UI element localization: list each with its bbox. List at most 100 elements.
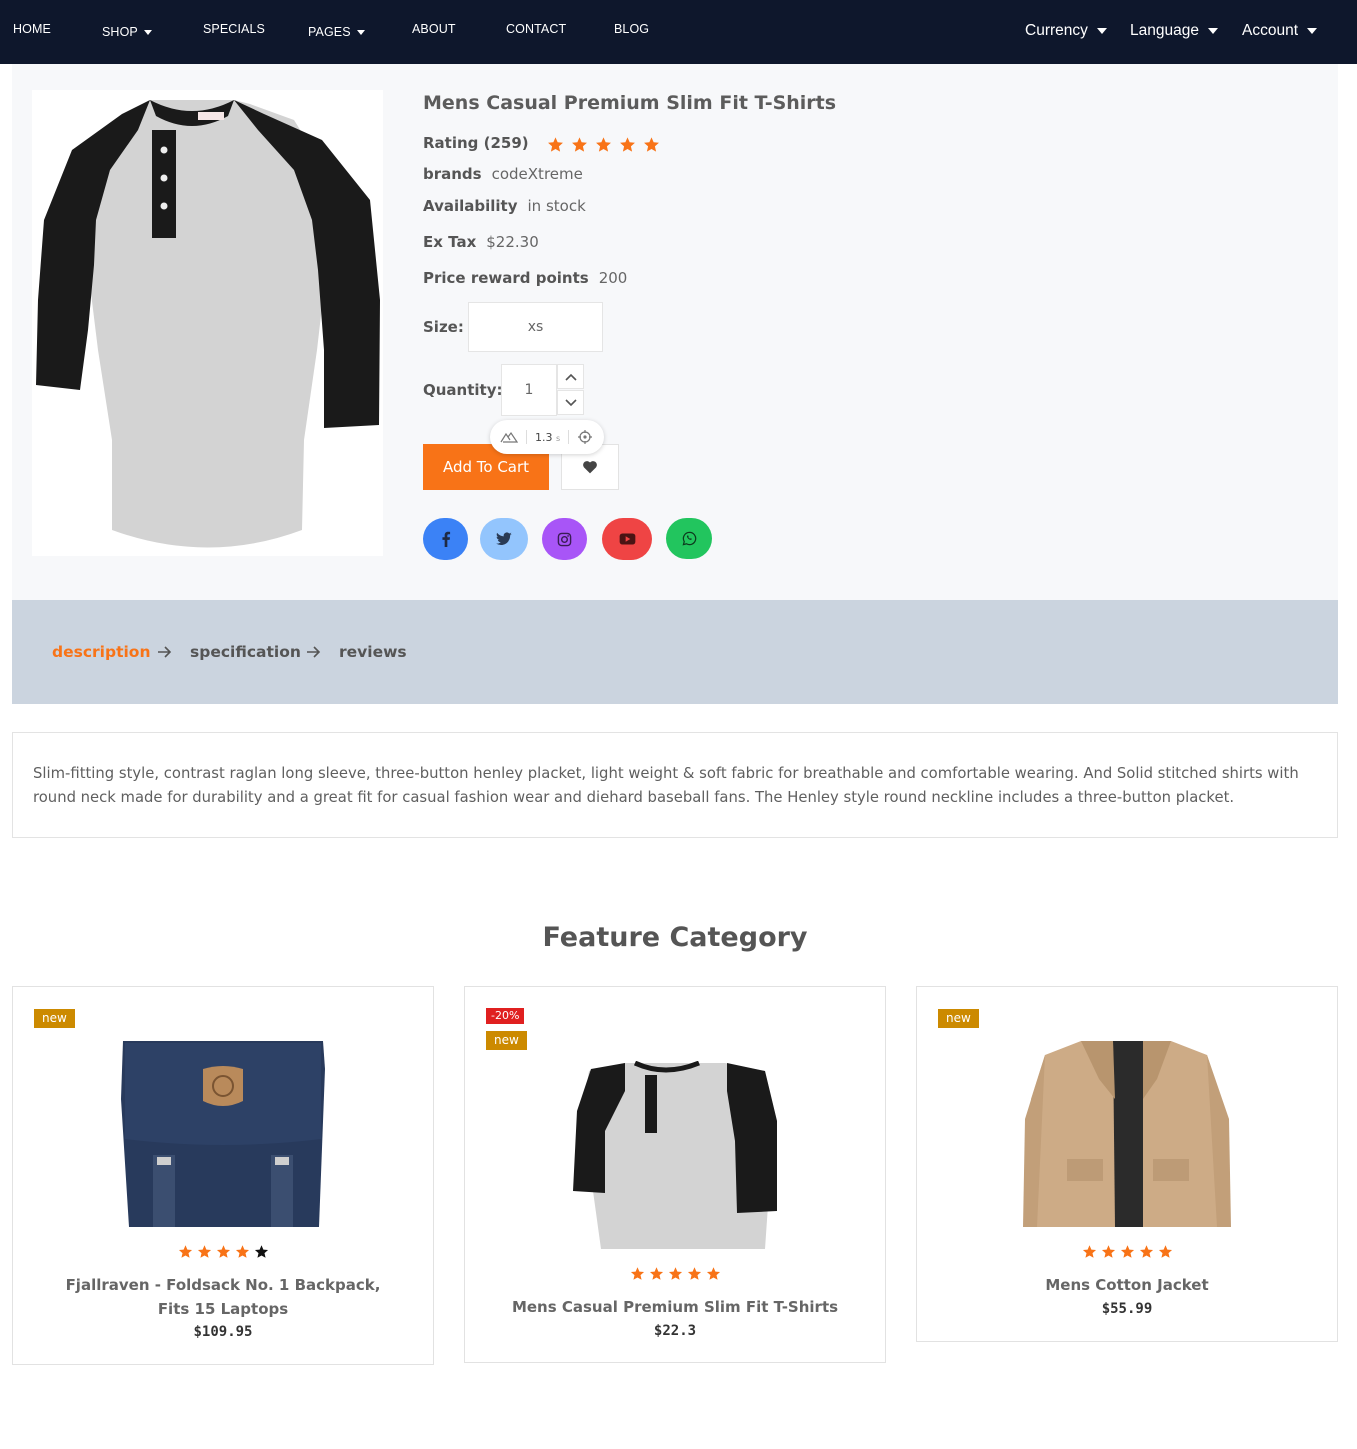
instagram-icon bbox=[557, 532, 572, 546]
nav-shop[interactable]: SHOP bbox=[102, 25, 152, 39]
description-text: Slim-fitting style, contrast raglan long… bbox=[33, 765, 1299, 806]
nav-blog[interactable]: BLOG bbox=[614, 22, 649, 36]
rating-label: Rating (259) bbox=[423, 134, 529, 152]
availability-label: Availability bbox=[423, 197, 518, 215]
star-icon bbox=[596, 136, 612, 152]
star-icon bbox=[668, 1267, 682, 1280]
quantity-label: Quantity: bbox=[423, 381, 503, 399]
product-card-rating bbox=[917, 1241, 1337, 1260]
target-icon bbox=[578, 430, 593, 444]
feature-category-title: Feature Category bbox=[542, 922, 808, 953]
quantity-increase-button[interactable] bbox=[557, 364, 584, 389]
devtools-overlay[interactable]: 1.3 s bbox=[490, 420, 604, 454]
availability-row: Availability in stock bbox=[423, 197, 586, 215]
nav-about[interactable]: ABOUT bbox=[412, 22, 456, 36]
whatsapp-icon bbox=[682, 531, 696, 546]
star-icon bbox=[1082, 1245, 1096, 1258]
facebook-icon bbox=[441, 531, 450, 547]
product-card-name[interactable]: Mens Cotton Jacket bbox=[917, 1273, 1337, 1297]
whatsapp-share-button[interactable] bbox=[666, 518, 712, 559]
product-card[interactable]: new Fjallraven - Foldsack No. 1 Backpack… bbox=[12, 986, 434, 1365]
star-icon bbox=[235, 1245, 249, 1258]
star-icon bbox=[1158, 1245, 1172, 1258]
product-card-name[interactable]: Mens Casual Premium Slim Fit T-Shirts bbox=[465, 1295, 885, 1319]
nav-pages[interactable]: PAGES bbox=[308, 25, 365, 39]
product-card-rating bbox=[465, 1263, 885, 1282]
extax-row: Ex Tax $22.30 bbox=[423, 233, 539, 251]
star-icon bbox=[572, 136, 588, 152]
quantity-label-row: Quantity: bbox=[423, 381, 513, 399]
new-badge: new bbox=[938, 1009, 979, 1028]
size-label: Size: bbox=[423, 318, 464, 336]
nav-contact-label: CONTACT bbox=[506, 22, 567, 36]
top-navbar: HOME SHOP SPECIALS PAGES ABOUT CONTACT B… bbox=[0, 0, 1357, 64]
description-panel: Slim-fitting style, contrast raglan long… bbox=[12, 732, 1338, 838]
tab-description[interactable]: description bbox=[52, 643, 150, 661]
instagram-share-button[interactable] bbox=[542, 518, 587, 560]
product-detail-section: Mens Casual Premium Slim Fit T-Shirts Ra… bbox=[12, 64, 1338, 600]
new-badge: new bbox=[486, 1031, 527, 1050]
star-icon bbox=[630, 1267, 644, 1280]
product-card-image bbox=[917, 1039, 1337, 1227]
star-empty-icon bbox=[254, 1245, 268, 1258]
product-card-price: $109.95 bbox=[193, 1324, 253, 1340]
rating-row: Rating (259) bbox=[423, 134, 667, 153]
product-card[interactable]: -20% new Mens Casual Premium Slim Fit T-… bbox=[464, 986, 886, 1363]
reward-value: 200 bbox=[598, 269, 628, 287]
size-label-row: Size: bbox=[423, 318, 474, 336]
nuxt-logo-icon bbox=[500, 431, 518, 443]
nav-shop-label: SHOP bbox=[102, 25, 138, 39]
extax-value: $22.30 bbox=[486, 233, 539, 251]
nav-blog-label: BLOG bbox=[614, 22, 650, 36]
size-select[interactable]: xs bbox=[468, 302, 603, 352]
youtube-share-button[interactable] bbox=[602, 518, 652, 560]
quantity-input[interactable]: 1 bbox=[501, 364, 557, 416]
account-label: Account bbox=[1242, 22, 1299, 39]
nav-specials[interactable]: SPECIALS bbox=[203, 22, 265, 36]
twitter-share-button[interactable] bbox=[480, 518, 528, 560]
quantity-decrease-button[interactable] bbox=[557, 390, 584, 415]
nav-about-label: ABOUT bbox=[412, 22, 456, 36]
product-card[interactable]: new Mens Cotton Jacket $55.99 bbox=[916, 986, 1338, 1342]
rating-stars bbox=[547, 135, 667, 153]
language-dropdown[interactable]: Language bbox=[1130, 22, 1218, 40]
brand-value: codeXtreme bbox=[491, 165, 583, 183]
star-icon bbox=[178, 1245, 192, 1258]
nav-contact[interactable]: CONTACT bbox=[506, 22, 566, 36]
product-card-image bbox=[13, 1039, 433, 1227]
tab-specification[interactable]: specification bbox=[190, 643, 301, 661]
account-dropdown[interactable]: Account bbox=[1242, 22, 1318, 40]
currency-dropdown[interactable]: Currency bbox=[1025, 22, 1107, 40]
caret-down-icon bbox=[1307, 27, 1318, 34]
star-icon bbox=[649, 1267, 663, 1280]
extax-label: Ex Tax bbox=[423, 233, 477, 251]
star-icon bbox=[706, 1267, 720, 1280]
discount-badge: -20% bbox=[486, 1008, 525, 1024]
product-card-rating bbox=[13, 1241, 433, 1260]
product-image bbox=[32, 90, 383, 556]
product-title: Mens Casual Premium Slim Fit T-Shirts bbox=[423, 92, 837, 114]
star-icon bbox=[1101, 1245, 1115, 1258]
brand-row: brands codeXtreme bbox=[423, 165, 583, 183]
star-icon bbox=[197, 1245, 211, 1258]
star-icon bbox=[216, 1245, 230, 1258]
product-card-name[interactable]: Fjallraven - Foldsack No. 1 Backpack, Fi… bbox=[13, 1273, 433, 1321]
facebook-share-button[interactable] bbox=[423, 518, 468, 560]
devtools-timing-value: 1.3 bbox=[535, 430, 553, 444]
divider bbox=[526, 430, 527, 444]
language-label: Language bbox=[1130, 22, 1199, 39]
tab-reviews[interactable]: reviews bbox=[339, 643, 407, 661]
heart-icon bbox=[583, 461, 597, 474]
nav-home-label: HOME bbox=[13, 22, 51, 36]
arrow-right-icon bbox=[307, 646, 321, 658]
product-tabs: description specification reviews bbox=[12, 600, 1338, 704]
caret-down-icon bbox=[1207, 27, 1218, 34]
chevron-up-icon bbox=[564, 373, 577, 381]
caret-down-icon bbox=[1096, 27, 1107, 34]
nav-home[interactable]: HOME bbox=[13, 22, 51, 36]
divider bbox=[568, 430, 570, 444]
availability-value: in stock bbox=[527, 197, 586, 215]
brand-label: brands bbox=[423, 165, 482, 183]
nav-pages-label: PAGES bbox=[308, 25, 351, 39]
caret-down-icon bbox=[143, 30, 152, 36]
